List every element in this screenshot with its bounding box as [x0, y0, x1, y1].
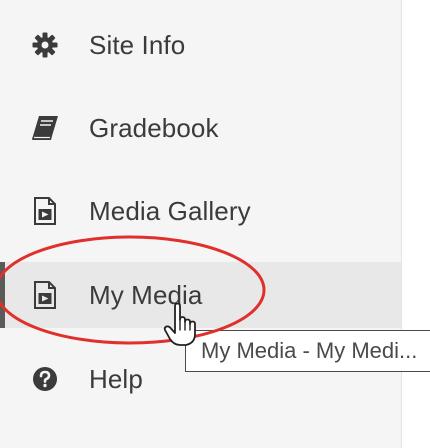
sidebar-item-label: Gradebook [89, 112, 219, 143]
media-file-icon [30, 196, 60, 226]
tool-menu-sidebar: Site Info Gradebook Media Gallery My Med… [0, 0, 401, 448]
book-icon [30, 113, 60, 143]
sidebar-item-label: Site Info [89, 29, 186, 60]
sidebar-item-label: Help [89, 363, 143, 394]
sidebar-item-label: Media Gallery [89, 195, 251, 226]
sidebar-item-my-media[interactable]: My Media [0, 262, 401, 328]
tooltip: My Media - My Medi... [185, 330, 430, 372]
gear-icon [30, 30, 60, 60]
media-file-icon [30, 280, 60, 310]
question-circle-icon [30, 364, 60, 394]
sidebar-item-label: My Media [89, 279, 203, 310]
sidebar-item-gradebook[interactable]: Gradebook [0, 95, 401, 161]
content-edge [401, 0, 430, 448]
sidebar-item-site-info[interactable]: Site Info [0, 12, 401, 78]
sidebar-item-media-gallery[interactable]: Media Gallery [0, 178, 401, 244]
